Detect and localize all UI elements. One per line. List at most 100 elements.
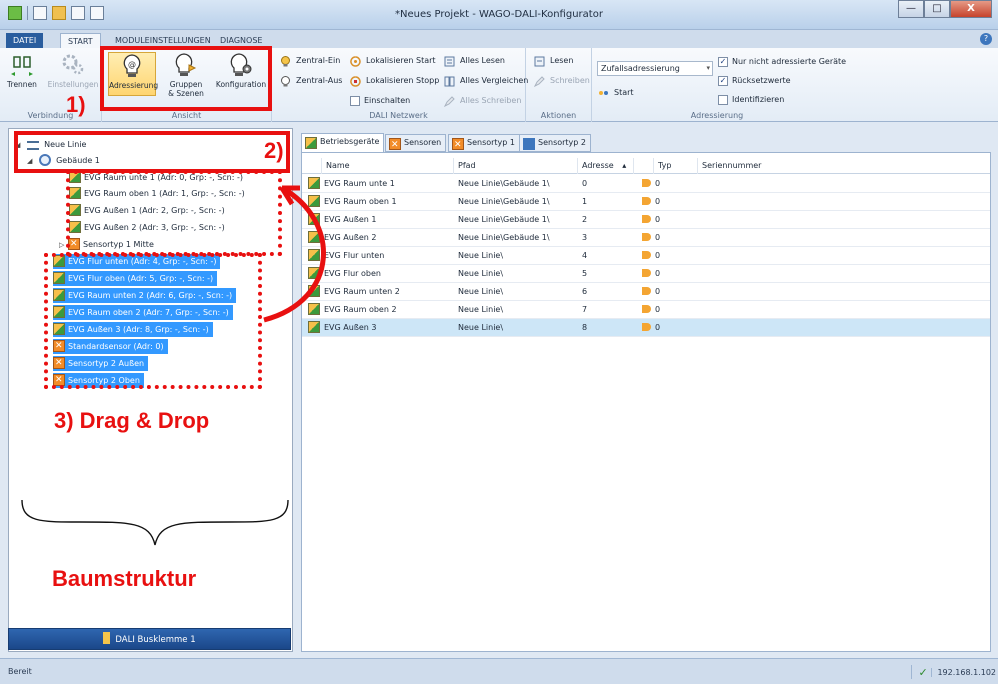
alles-schreiben-button[interactable]: Alles Schreiben: [444, 94, 521, 108]
cell-adresse: 2: [582, 211, 638, 229]
window-title: *Neues Projekt - WAGO-DALI-Konfigurator: [395, 9, 603, 20]
table-row[interactable]: EVG Raum unten 2 Neue Linie\ 6 0: [302, 283, 990, 301]
header-typ[interactable]: Typ: [654, 158, 698, 174]
cell-name-text: EVG Außen 2: [324, 233, 377, 242]
close-button[interactable]: X: [950, 0, 992, 18]
cell-name: EVG Flur unten: [308, 247, 458, 265]
adressierung-start-button[interactable]: Start: [598, 86, 634, 100]
tab-start[interactable]: START: [60, 33, 101, 48]
bus-terminal-icon: [103, 632, 111, 644]
write-all-icon: [444, 96, 455, 107]
lokalisieren-stopp-button[interactable]: Lokalisieren Stopp: [350, 74, 439, 88]
ballast-icon: [308, 303, 320, 315]
dali-busklemme-button[interactable]: DALI Busklemme 1: [8, 628, 291, 650]
cell-name: EVG Raum oben 1: [308, 193, 458, 211]
alles-vergleichen-label: Alles Vergleichen: [460, 76, 529, 85]
minimize-button[interactable]: —: [898, 0, 924, 18]
lamp-type-icon: [642, 269, 651, 277]
group-aktionen-label: Aktionen: [540, 111, 577, 120]
annotation-box-ansicht: [100, 46, 272, 111]
zentral-ein-button[interactable]: Zentral-Ein: [280, 54, 340, 68]
read-icon: [534, 56, 545, 67]
trennen-button[interactable]: Trennen: [2, 52, 42, 89]
zentral-aus-button[interactable]: Zentral-Aus: [280, 74, 342, 88]
einschalten-checkbox-box[interactable]: [350, 96, 360, 106]
table-row[interactable]: EVG Außen 1 Neue Linie\Gebäude 1\ 2 0: [302, 211, 990, 229]
header-pfad[interactable]: Pfad: [454, 158, 578, 174]
window-controls: — □ X: [898, 0, 992, 18]
ruecksetzwerte-box[interactable]: ✓: [718, 76, 728, 86]
tab-sensortyp-1[interactable]: Sensortyp 1: [448, 134, 521, 153]
adressierung-start-label: Start: [614, 88, 634, 97]
sensor-icon: [389, 137, 401, 153]
alles-vergleichen-button[interactable]: Alles Vergleichen: [444, 74, 528, 88]
cell-typ-text: 0: [655, 215, 661, 224]
lesen-button[interactable]: Lesen: [534, 54, 573, 68]
header-seriennummer[interactable]: Seriennummer: [698, 158, 990, 174]
addressing-mode-value: Zufallsadressierung: [601, 64, 680, 73]
status-right: 192.168.1.102: [911, 662, 998, 682]
ballast-icon: [308, 321, 320, 333]
cell-typ: 0: [642, 319, 702, 337]
lamp-type-icon: [642, 179, 651, 187]
cell-pfad-text: Neue Linie\: [458, 269, 504, 278]
cell-typ: 0: [642, 211, 702, 229]
network-connected-icon: [911, 665, 928, 679]
zentral-ein-label: Zentral-Ein: [296, 56, 341, 65]
table-row[interactable]: EVG Raum oben 2 Neue Linie\ 7 0: [302, 301, 990, 319]
table-row[interactable]: EVG Flur unten Neue Linie\ 4 0: [302, 247, 990, 265]
identifizieren-box[interactable]: [718, 95, 728, 105]
alles-schreiben-label: Alles Schreiben: [460, 96, 522, 105]
cell-typ-text: 0: [655, 305, 661, 314]
ballast-icon: [308, 267, 320, 279]
cell-adresse: 4: [582, 247, 638, 265]
schreiben-button[interactable]: Schreiben: [534, 74, 590, 88]
table-row[interactable]: EVG Raum unte 1 Neue Linie\Gebäude 1\ 0 0: [302, 175, 990, 193]
cell-adresse: 5: [582, 265, 638, 283]
addressing-mode-select[interactable]: Zufallsadressierung ▾: [597, 61, 713, 76]
cell-name-text: EVG Außen 3: [324, 323, 377, 332]
cell-pfad: Neue Linie\Gebäude 1\: [458, 211, 582, 229]
cell-adresse: 1: [582, 193, 638, 211]
table-row[interactable]: EVG Raum oben 1 Neue Linie\Gebäude 1\ 1 0: [302, 193, 990, 211]
tab-betriebsgeraete[interactable]: Betriebsgeräte: [301, 133, 385, 153]
cell-name-text: EVG Raum oben 2: [324, 305, 397, 314]
lesen-label: Lesen: [550, 56, 574, 65]
chevron-down-icon[interactable]: ▾: [706, 62, 710, 75]
header-adresse[interactable]: Adresse ▴: [578, 158, 634, 174]
annotation-label-drag-drop: 3) Drag & Drop: [54, 408, 210, 433]
identifizieren-checkbox[interactable]: Identifizieren: [718, 93, 784, 107]
header-name[interactable]: Name: [322, 158, 454, 174]
ruecksetzwerte-checkbox[interactable]: ✓ Rücksetzwerte: [718, 74, 791, 88]
ballast-icon: [308, 177, 320, 189]
annotation-dotted-source: [44, 253, 262, 389]
tab-sensortyp-2[interactable]: Sensortyp 2: [519, 134, 592, 152]
nur-nicht-adressierte-checkbox[interactable]: ✓ Nur nicht adressierte Geräte: [718, 55, 846, 69]
table-row[interactable]: EVG Flur oben Neue Linie\ 5 0: [302, 265, 990, 283]
cell-typ-text: 0: [655, 233, 661, 242]
cell-adresse: 3: [582, 229, 638, 247]
ballast-icon: [308, 195, 320, 207]
alles-lesen-button[interactable]: Alles Lesen: [444, 54, 505, 68]
header-spacer: [302, 158, 322, 174]
lokalisieren-start-button[interactable]: Lokalisieren Start: [350, 54, 436, 68]
bulb-on-icon: [281, 56, 290, 67]
einstellungen-button[interactable]: Einstellungen: [46, 52, 100, 89]
einschalten-checkbox[interactable]: Einschalten: [350, 94, 410, 108]
status-bar: Bereit 192.168.1.102: [0, 658, 998, 684]
tab-sensoren[interactable]: Sensoren: [385, 134, 447, 153]
cell-typ: 0: [642, 229, 702, 247]
lamp-type-icon: [642, 323, 651, 331]
cell-typ-text: 0: [655, 197, 661, 206]
table-row[interactable]: EVG Außen 3 Neue Linie\ 8 0: [302, 319, 990, 337]
group-dali-netzwerk-label: DALI Netzwerk: [369, 111, 428, 120]
help-icon[interactable]: ?: [980, 33, 992, 45]
annotation-box-tree-root: [14, 131, 290, 173]
table-row[interactable]: EVG Außen 2 Neue Linie\Gebäude 1\ 3 0: [302, 229, 990, 247]
nur-nicht-adressierte-box[interactable]: ✓: [718, 57, 728, 67]
maximize-button[interactable]: □: [924, 0, 950, 18]
tab-datei[interactable]: DATEI: [6, 33, 44, 48]
lamp-type-icon: [642, 251, 651, 259]
locate-start-icon: [350, 56, 361, 67]
ballast-icon: [308, 249, 320, 261]
